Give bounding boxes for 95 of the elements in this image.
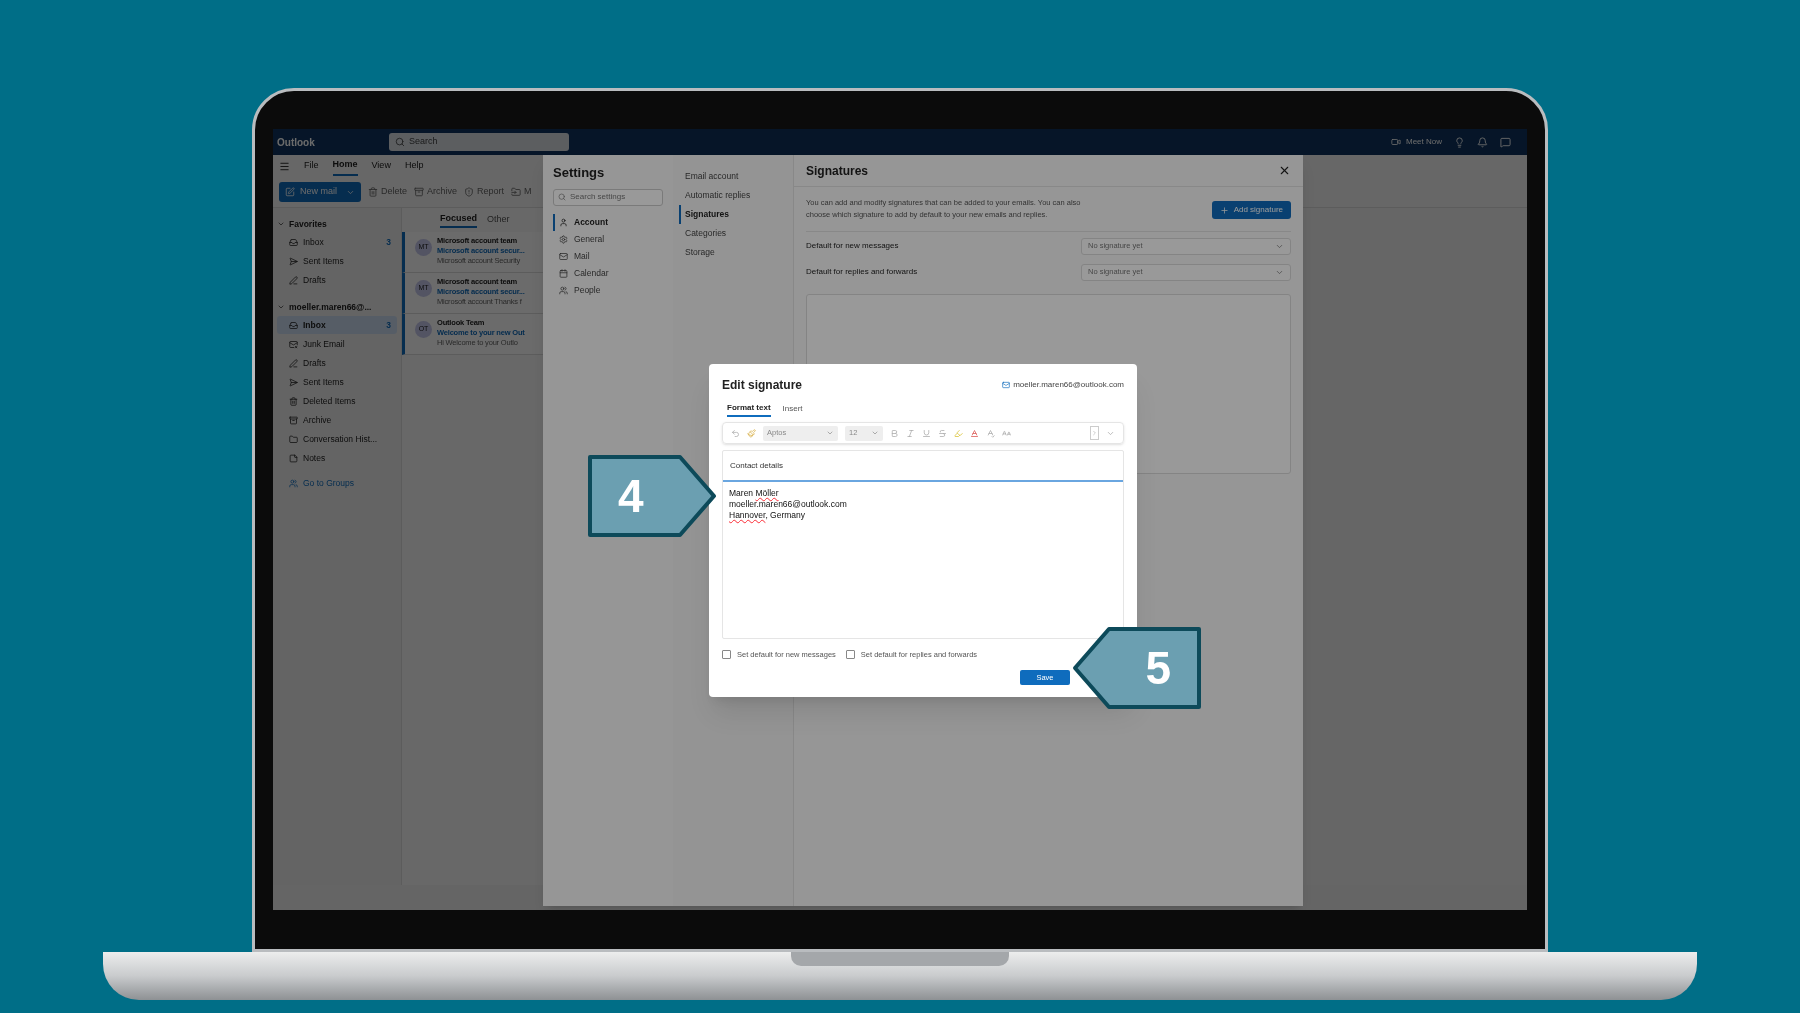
dialog-tab[interactable]: Format text: [727, 402, 771, 417]
settings-category[interactable]: Mail: [553, 247, 663, 265]
settings-category[interactable]: General: [553, 230, 663, 248]
underline-icon[interactable]: [922, 428, 931, 438]
folder-item[interactable]: Inbox 3: [277, 233, 397, 251]
bulb-icon[interactable]: [1454, 136, 1465, 148]
close-icon[interactable]: [1278, 164, 1291, 177]
settings-category[interactable]: People: [553, 281, 663, 299]
people-icon: [289, 478, 298, 488]
toolbar-icon: [511, 187, 522, 197]
folder-icon: [289, 358, 298, 368]
styles-icon[interactable]: [986, 428, 995, 438]
menu-tab[interactable]: View: [371, 157, 391, 175]
settings-subnav-item[interactable]: Categories: [679, 224, 793, 243]
folder-icon: [289, 237, 298, 247]
folder-icon: [289, 434, 298, 444]
folder-item[interactable]: Drafts: [277, 271, 397, 289]
folder-item[interactable]: Drafts: [277, 354, 397, 372]
settings-category[interactable]: Calendar: [553, 264, 663, 282]
bold-icon[interactable]: [890, 428, 899, 438]
signature-editor[interactable]: Maren Möller moeller.maren66@outlook.com Hannover, Germany: [723, 482, 1123, 521]
plus-icon: [1219, 205, 1229, 215]
compose-icon: [285, 187, 295, 197]
video-icon: [1391, 137, 1401, 147]
folder-item[interactable]: Sent Items: [277, 252, 397, 270]
account-label: moeller.maren66@outlook.com: [1002, 379, 1124, 391]
chevron-icon: [826, 429, 834, 437]
bell-icon[interactable]: [1477, 136, 1488, 148]
settings-subnav-item[interactable]: Email account: [679, 167, 793, 186]
folder-item[interactable]: Junk Email: [277, 335, 397, 353]
undo-icon[interactable]: [731, 428, 740, 438]
page-title: Signatures: [806, 162, 868, 180]
italic-icon[interactable]: [906, 428, 915, 438]
message-tab[interactable]: Other: [487, 213, 510, 227]
folder-icon: [289, 275, 298, 285]
chevron-icon: [871, 429, 879, 437]
folder-icon: [289, 396, 298, 406]
checkbox-box-icon: [722, 650, 731, 660]
mail-icon: [1002, 381, 1011, 389]
folder-group-header[interactable]: Favorites: [277, 216, 397, 232]
highlighter-icon[interactable]: [954, 428, 963, 438]
groups-link[interactable]: Go to Groups: [277, 477, 355, 490]
category-icon: [559, 217, 568, 227]
dialog-tab[interactable]: Insert: [782, 402, 803, 417]
more-icon[interactable]: [1090, 426, 1099, 440]
signature-name-field[interactable]: Contact details: [723, 451, 1123, 482]
category-icon: [559, 251, 568, 261]
settings-subnav-item[interactable]: Automatic replies: [679, 186, 793, 205]
folder-item[interactable]: Notes: [277, 449, 397, 467]
font-case-icon[interactable]: [1002, 428, 1011, 438]
search-icon: [395, 137, 405, 147]
menu-icon[interactable]: [279, 160, 290, 172]
settings-subnav-item[interactable]: Signatures: [679, 205, 793, 224]
new-mail-button[interactable]: New mail: [279, 182, 361, 202]
settings-category[interactable]: Account: [553, 213, 663, 231]
search-field[interactable]: Search: [389, 133, 569, 151]
dialog-title: Edit signature: [722, 377, 802, 394]
chevron-icon: [277, 220, 285, 228]
folder-icon: [289, 256, 298, 266]
category-icon: [559, 285, 568, 295]
settings-title: Settings: [553, 164, 606, 182]
default-label: Default for new messages: [806, 240, 899, 252]
toolbar-icon: [368, 187, 378, 197]
format-painter-icon[interactable]: [747, 428, 756, 438]
settings-subnav-item[interactable]: Storage: [679, 243, 793, 262]
category-icon: [559, 268, 568, 278]
add-signature-button[interactable]: Add signature: [1211, 201, 1291, 219]
folder-icon: [289, 339, 298, 349]
menu-tab[interactable]: Help: [404, 157, 424, 175]
toolbar-icon: [414, 187, 425, 197]
search-icon: [558, 193, 566, 201]
meet-now-button[interactable]: Meet Now: [1391, 136, 1442, 148]
folder-icon: [289, 377, 298, 387]
folder-icon: [289, 320, 298, 330]
settings-search-field[interactable]: Search settings: [553, 188, 663, 206]
folder-icon: [289, 453, 298, 463]
folder-icon: [289, 415, 298, 425]
chevron-icon: [277, 303, 285, 311]
message-tab[interactable]: Focused: [440, 212, 477, 228]
folder-item[interactable]: Archive: [277, 411, 397, 429]
folder-item[interactable]: Conversation Hist...: [277, 430, 397, 448]
default-label: Default for replies and forwards: [806, 266, 918, 278]
folder-item[interactable]: Sent Items: [277, 373, 397, 391]
category-icon: [559, 234, 568, 244]
folder-item[interactable]: Inbox 3: [277, 316, 397, 334]
chat-icon[interactable]: [1500, 136, 1511, 148]
strikethrough-icon[interactable]: [938, 428, 947, 438]
folder-group-header[interactable]: moeller.maren66@...: [277, 299, 397, 315]
toolbar-icon: [464, 187, 475, 197]
menu-tab[interactable]: File: [304, 157, 319, 175]
checkbox-box-icon: [845, 650, 855, 660]
menu-tab[interactable]: Home: [332, 156, 358, 176]
font-color-icon[interactable]: [970, 428, 979, 438]
app-brand: Outlook: [277, 135, 316, 150]
folder-item[interactable]: Deleted Items: [277, 392, 397, 410]
